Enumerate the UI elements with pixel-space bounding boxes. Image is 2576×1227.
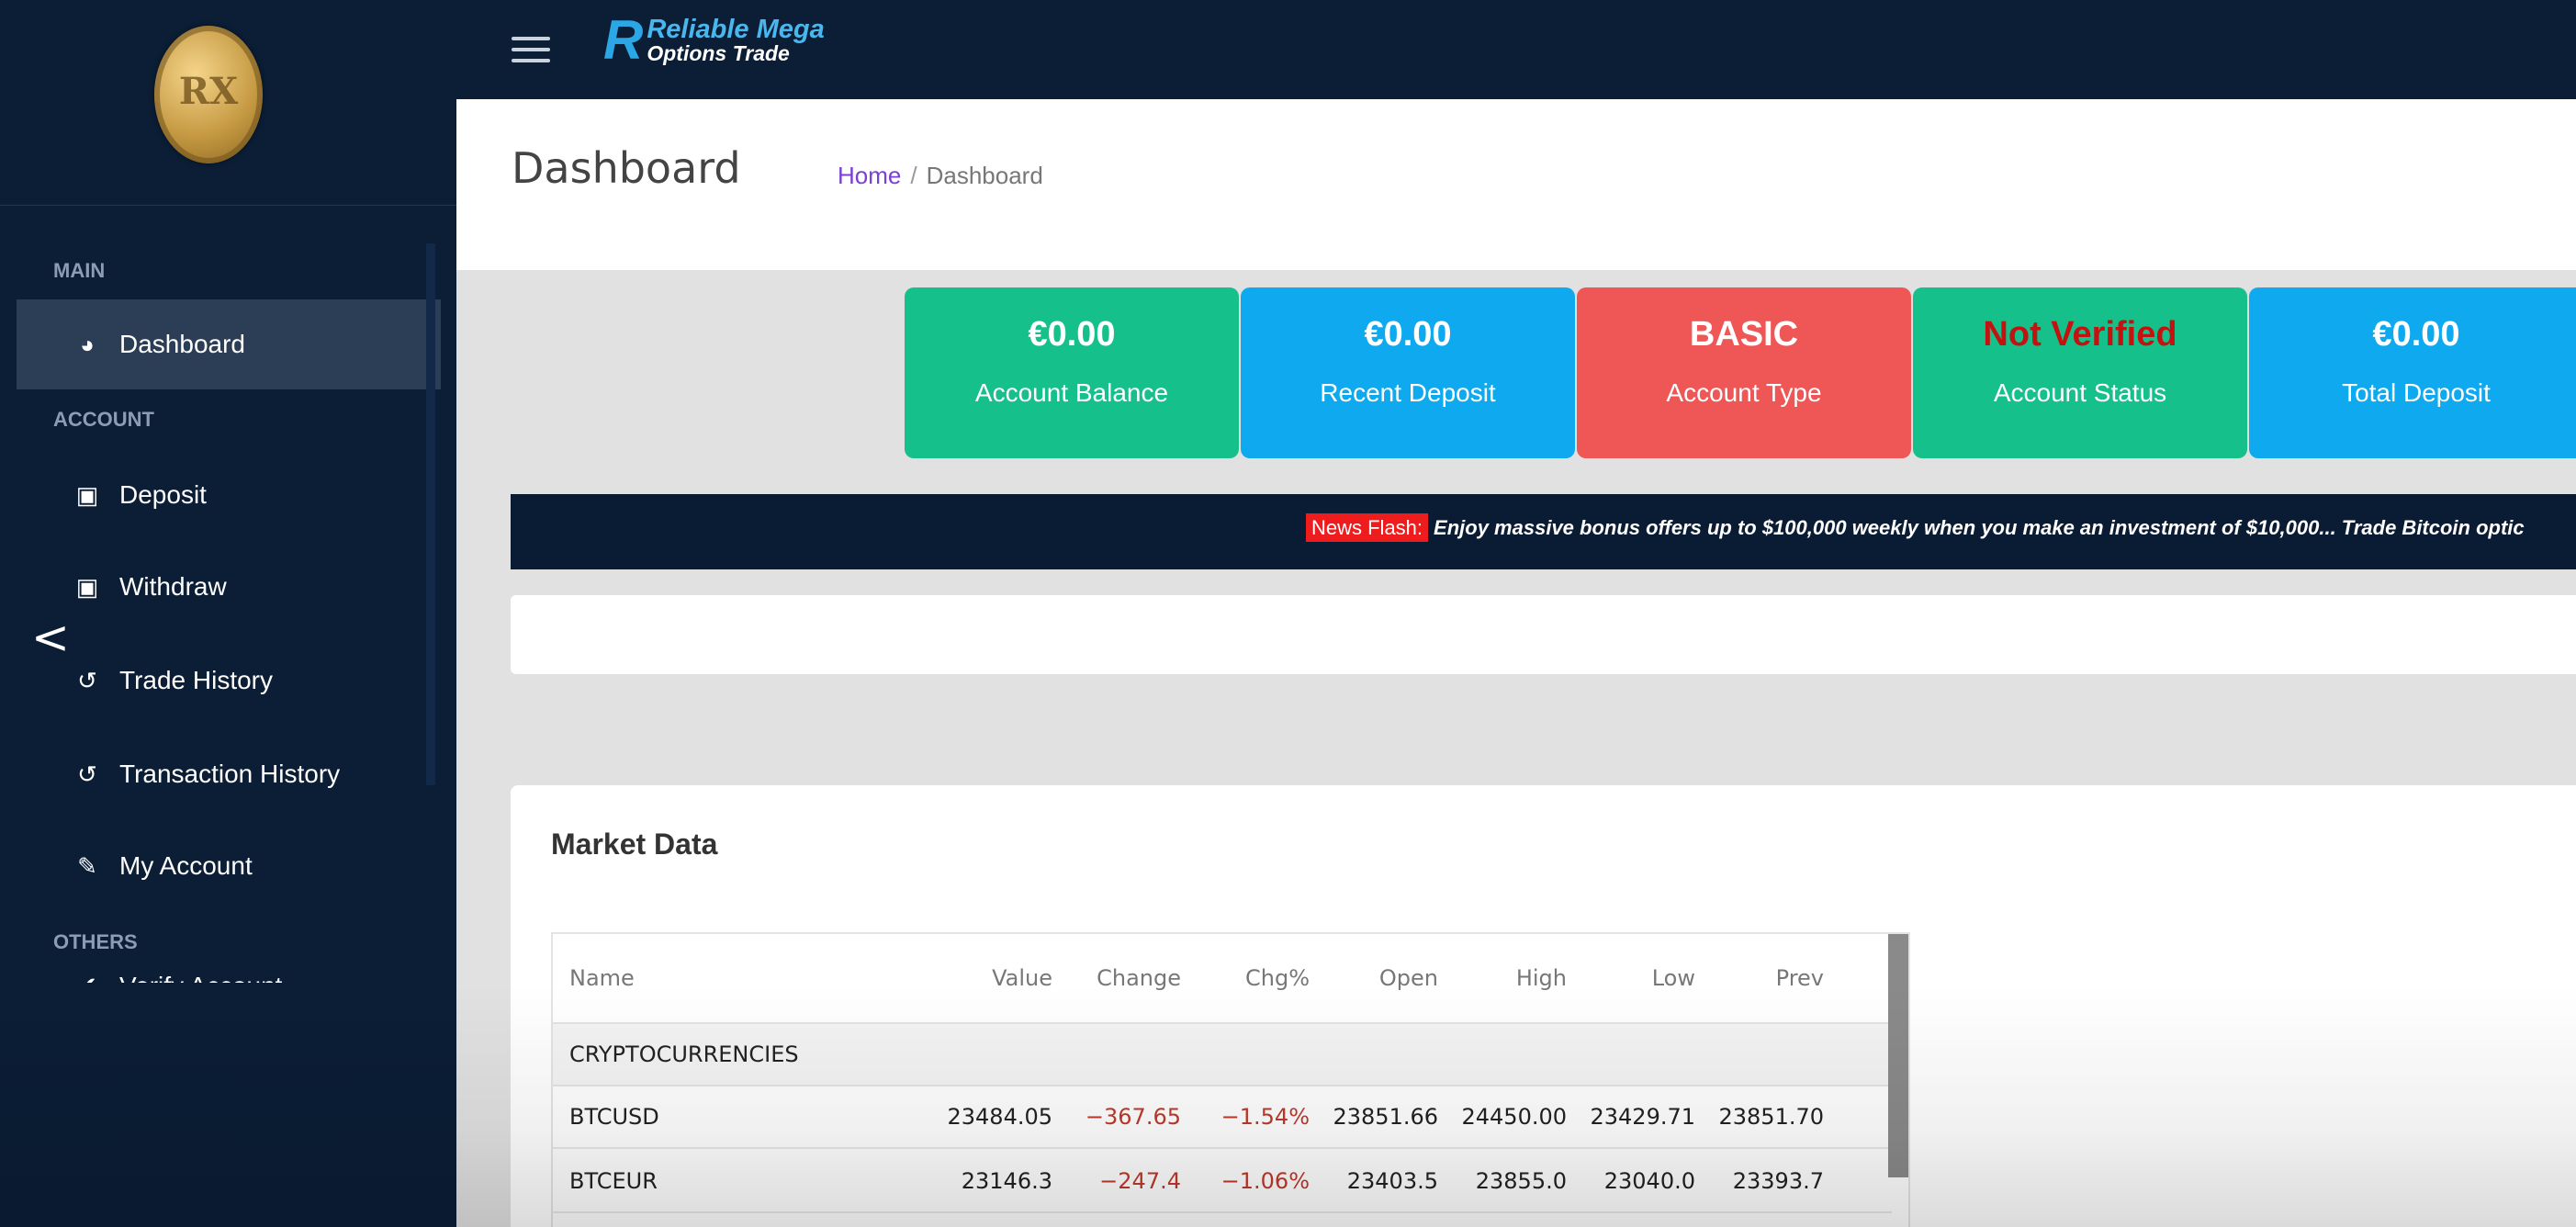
widget-panel	[511, 595, 2576, 674]
menu-icon[interactable]	[512, 37, 550, 62]
sidebar-scrollbar[interactable]	[426, 243, 435, 785]
col-change[interactable]: Change	[1067, 965, 1196, 991]
cell-chg-pct: −1.06%	[1221, 1168, 1310, 1194]
col-chg-pct[interactable]: Chg%	[1196, 965, 1324, 991]
sidebar-item-label: Deposit	[119, 480, 207, 509]
money-icon: ▣	[75, 572, 99, 601]
market-title: Market Data	[551, 827, 718, 861]
table-row[interactable]: BTCUSD 23484.05 −367.65 −1.54% 23851.66 …	[553, 1086, 1892, 1149]
cell-low: 23040.0	[1603, 1168, 1695, 1194]
cell-value: 23484.05	[947, 1104, 1052, 1130]
history-icon: ↺	[77, 760, 97, 788]
topbar: R Reliable Mega Options Trade	[456, 0, 2576, 99]
breadcrumb-home[interactable]: Home	[838, 162, 901, 189]
card-account-status: Not Verified Account Status	[1913, 287, 2247, 458]
card-value: €0.00	[1364, 315, 1452, 354]
cell-low: 23429.71	[1590, 1104, 1695, 1130]
table-header: Name Value Change Chg% Open High Low Pre…	[553, 934, 1892, 1024]
dashboard-icon: ◕	[80, 330, 95, 358]
sidebar-item-dashboard[interactable]: ◕ Dashboard	[17, 299, 441, 389]
card-account-balance: €0.00 Account Balance	[905, 287, 1239, 458]
col-value[interactable]: Value	[939, 965, 1067, 991]
market-table: Name Value Change Chg% Open High Low Pre…	[551, 932, 1910, 1227]
card-value: Not Verified	[1983, 315, 2177, 354]
brand-line1: Reliable Mega	[647, 15, 825, 44]
card-total-deposit: €0.00 Total Deposit	[2249, 287, 2576, 458]
cell-change: −367.65	[1085, 1104, 1181, 1130]
news-flash-badge: News Flash:	[1306, 513, 1429, 542]
table-group-header: CRYPTOCURRENCIES	[553, 1024, 1892, 1086]
breadcrumb-current: Dashboard	[926, 162, 1043, 189]
card-label: Account Balance	[974, 378, 1169, 407]
sidebar-footer	[0, 983, 456, 1227]
stat-cards: €0.00 Account Balance €0.00 Recent Depos…	[905, 287, 2576, 458]
sidebar-item-label: My Account	[119, 851, 253, 880]
cell-symbol: BTCUSD	[569, 1104, 659, 1130]
cell-value: 23146.3	[961, 1168, 1052, 1194]
col-low[interactable]: Low	[1581, 965, 1710, 991]
card-label: Recent Deposit	[1320, 378, 1496, 407]
section-others: OTHERS	[53, 930, 138, 953]
sidebar-item-label: Dashboard	[119, 330, 245, 358]
history-icon: ↺	[77, 666, 97, 694]
brand-mark: R	[603, 9, 644, 71]
sidebar: RX MAIN ◕ Dashboard ACCOUNT ▣ Deposit ▣ …	[0, 0, 456, 1227]
section-main: MAIN	[53, 259, 106, 282]
brand-logo[interactable]: R Reliable Mega Options Trade	[603, 13, 825, 68]
news-text: News Flash: Enjoy massive bonus offers up…	[1306, 513, 2525, 542]
cell-open: 23851.66	[1333, 1104, 1438, 1130]
cell-prev: 23393.7	[1732, 1168, 1824, 1194]
card-value: BASIC	[1689, 315, 1799, 354]
news-message: Enjoy massive bonus offers up to $100,00…	[1434, 516, 2525, 539]
page-title: Dashboard	[512, 143, 741, 193]
news-ticker: News Flash: Enjoy massive bonus offers up…	[511, 494, 2576, 569]
cell-change: −247.4	[1099, 1168, 1181, 1194]
coin-logo-mark: RX	[178, 70, 239, 113]
card-recent-deposit: €0.00 Recent Deposit	[1241, 287, 1575, 458]
col-high[interactable]: High	[1453, 965, 1581, 991]
section-account: ACCOUNT	[53, 408, 154, 431]
money-icon: ▣	[75, 480, 99, 509]
cell-open: 23403.5	[1346, 1168, 1438, 1194]
col-prev[interactable]: Prev	[1710, 965, 1839, 991]
card-value: €0.00	[2372, 315, 2460, 354]
col-open[interactable]: Open	[1324, 965, 1453, 991]
sidebar-item-deposit[interactable]: ▣ Deposit	[17, 450, 441, 540]
coin-logo[interactable]: RX	[154, 26, 263, 163]
card-label: Account Status	[1993, 378, 2167, 407]
cell-high: 24450.00	[1461, 1104, 1567, 1130]
col-name[interactable]: Name	[553, 965, 939, 991]
card-label: Total Deposit	[2342, 378, 2491, 407]
breadcrumb: Home / Dashboard	[838, 162, 1043, 190]
cell-prev: 23851.70	[1718, 1104, 1824, 1130]
card-account-type: BASIC Account Type	[1577, 287, 1911, 458]
sidebar-item-my-account[interactable]: ✎ My Account	[17, 821, 441, 911]
sidebar-item-label: Trade History	[119, 666, 274, 694]
sidebar-item-transaction-history[interactable]: ↺ Transaction History	[17, 729, 441, 819]
page-header: Dashboard Home / Dashboard	[456, 99, 2576, 270]
sidebar-logo-area: RX	[0, 0, 456, 206]
cell-symbol: BTCEUR	[569, 1168, 658, 1194]
table-scrollbar[interactable]	[1888, 934, 1908, 1177]
market-data-panel: Market Data Name Value Change Chg% Open …	[511, 785, 2576, 1227]
card-value: €0.00	[1028, 315, 1116, 354]
breadcrumb-separator: /	[910, 162, 917, 189]
sidebar-item-withdraw[interactable]: ▣ Withdraw	[17, 542, 441, 632]
sidebar-item-label: Withdraw	[119, 572, 227, 601]
table-row[interactable]: BTCEUR 23146.3 −247.4 −1.06% 23403.5 238…	[553, 1151, 1892, 1213]
edit-icon: ✎	[77, 851, 97, 880]
card-label: Account Type	[1666, 378, 1822, 407]
cell-high: 23855.0	[1475, 1168, 1567, 1194]
sidebar-item-label: Transaction History	[119, 760, 341, 788]
collapse-icon[interactable]: <	[31, 611, 70, 664]
brand-text: Reliable Mega Options Trade	[647, 17, 824, 64]
brand-line2: Options Trade	[647, 41, 790, 65]
sidebar-item-trade-history[interactable]: ↺ Trade History	[17, 636, 441, 726]
cell-chg-pct: −1.54%	[1221, 1104, 1310, 1130]
